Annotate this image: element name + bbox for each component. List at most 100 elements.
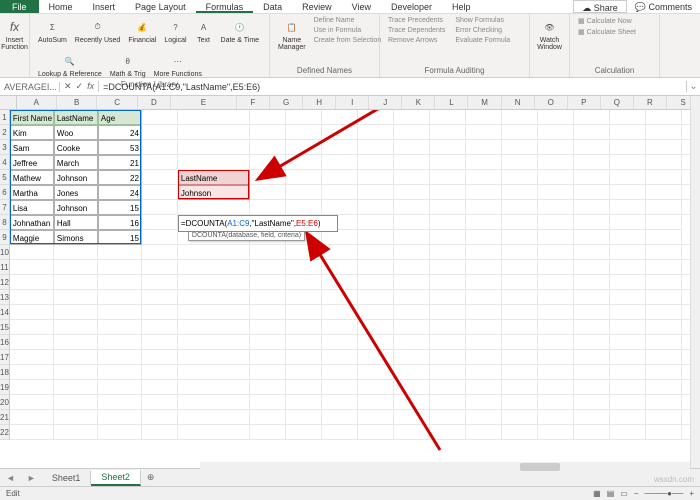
cell-K14[interactable] [430, 305, 466, 320]
math-button[interactable]: θ Math & Trig [108, 50, 148, 80]
cell-A9[interactable]: Maggie [10, 230, 54, 245]
cell-H18[interactable] [322, 365, 358, 380]
zoom-in-icon[interactable]: + [689, 489, 694, 498]
recently-used-button[interactable]: ⏱ Recently Used [73, 16, 123, 46]
cell-B14[interactable] [54, 305, 98, 320]
cell-B21[interactable] [54, 410, 98, 425]
cell-B1[interactable]: LastName [54, 110, 98, 125]
cell-C21[interactable] [98, 410, 142, 425]
tab-insert[interactable]: Insert [83, 0, 126, 13]
cell-O12[interactable] [574, 275, 610, 290]
cell-N7[interactable] [538, 200, 574, 215]
cell-B20[interactable] [54, 395, 98, 410]
cell-P1[interactable] [610, 110, 646, 125]
cell-I6[interactable] [358, 185, 394, 200]
expand-formula-icon[interactable]: ⌄ [686, 81, 700, 92]
cell-Q21[interactable] [646, 410, 682, 425]
cell-E15[interactable] [178, 320, 250, 335]
cell-F4[interactable] [250, 155, 286, 170]
cell-A4[interactable]: Jeffree [10, 155, 54, 170]
cell-K2[interactable] [430, 125, 466, 140]
trace-precedents-button[interactable]: Trace Precedents [386, 16, 447, 25]
row-header-12[interactable]: 12 [0, 275, 10, 290]
cell-B13[interactable] [54, 290, 98, 305]
cell-O3[interactable] [574, 140, 610, 155]
cell-L2[interactable] [466, 125, 502, 140]
cell-N3[interactable] [538, 140, 574, 155]
cell-C15[interactable] [98, 320, 142, 335]
cell-E21[interactable] [178, 410, 250, 425]
cell-I15[interactable] [358, 320, 394, 335]
col-header-J[interactable]: J [369, 96, 402, 109]
financial-button[interactable]: 💰 Financial [126, 16, 158, 46]
cell-E5[interactable]: LastName [178, 170, 250, 185]
cell-P18[interactable] [610, 365, 646, 380]
cell-L10[interactable] [466, 245, 502, 260]
select-all-cell[interactable] [0, 96, 17, 109]
cell-H3[interactable] [322, 140, 358, 155]
insert-function-button[interactable]: fx Insert Function [6, 16, 23, 53]
show-formulas-button[interactable]: Show Formulas [453, 16, 512, 25]
col-header-H[interactable]: H [303, 96, 336, 109]
sheet-tab-1[interactable]: Sheet1 [42, 471, 92, 485]
cell-K16[interactable] [430, 335, 466, 350]
cell-S8[interactable] [646, 215, 682, 230]
cell-I16[interactable] [358, 335, 394, 350]
cell-A14[interactable] [10, 305, 54, 320]
cell-F20[interactable] [250, 395, 286, 410]
cell-C2[interactable]: 24 [98, 125, 142, 140]
cell-A8[interactable]: Johnathan [10, 215, 54, 230]
cell-A18[interactable] [10, 365, 54, 380]
cell-Q3[interactable] [646, 140, 682, 155]
cell-F5[interactable] [250, 170, 286, 185]
col-header-R[interactable]: R [634, 96, 667, 109]
cell-Q7[interactable] [646, 200, 682, 215]
cell-C22[interactable] [98, 425, 142, 440]
add-sheet-button[interactable]: ⊕ [141, 472, 161, 483]
remove-arrows-button[interactable]: Remove Arrows [386, 36, 447, 45]
cell-A2[interactable]: Kim [10, 125, 54, 140]
row-header-2[interactable]: 2 [0, 125, 10, 140]
cell-A11[interactable] [10, 260, 54, 275]
cell-P20[interactable] [610, 395, 646, 410]
cell-P2[interactable] [610, 125, 646, 140]
cell-L14[interactable] [466, 305, 502, 320]
cell-I18[interactable] [358, 365, 394, 380]
cell-L6[interactable] [466, 185, 502, 200]
cell-A6[interactable]: Martha [10, 185, 54, 200]
cell-D2[interactable] [142, 125, 178, 140]
cell-K10[interactable] [430, 245, 466, 260]
cell-K12[interactable] [430, 275, 466, 290]
cell-M19[interactable] [502, 380, 538, 395]
cell-G5[interactable] [286, 170, 322, 185]
cell-E22[interactable] [178, 425, 250, 440]
comments-button[interactable]: 💬 Comments [627, 0, 700, 13]
cell-J12[interactable] [394, 275, 430, 290]
cell-D6[interactable] [142, 185, 178, 200]
cell-H2[interactable] [322, 125, 358, 140]
cell-D14[interactable] [142, 305, 178, 320]
cell-D1[interactable] [142, 110, 178, 125]
cell-B12[interactable] [54, 275, 98, 290]
cell-B6[interactable]: Jones [54, 185, 98, 200]
cell-I22[interactable] [358, 425, 394, 440]
cell-E19[interactable] [178, 380, 250, 395]
row-header-6[interactable]: 6 [0, 185, 10, 200]
cell-E16[interactable] [178, 335, 250, 350]
cell-I3[interactable] [358, 140, 394, 155]
cell-M3[interactable] [502, 140, 538, 155]
cell-K20[interactable] [430, 395, 466, 410]
cell-E1[interactable] [178, 110, 250, 125]
row-header-9[interactable]: 9 [0, 230, 10, 245]
cell-I20[interactable] [358, 395, 394, 410]
name-box[interactable]: AVERAGEI... [0, 82, 60, 92]
cell-F16[interactable] [250, 335, 286, 350]
cell-L21[interactable] [466, 410, 502, 425]
cell-M16[interactable] [502, 335, 538, 350]
row-header-20[interactable]: 20 [0, 395, 10, 410]
col-header-M[interactable]: M [468, 96, 501, 109]
error-checking-button[interactable]: Error Checking [453, 26, 512, 35]
autosum-button[interactable]: Σ AutoSum [36, 16, 69, 46]
cell-N11[interactable] [538, 260, 574, 275]
cell-E8[interactable]: =DCOUNTA(A1:C9,"LastName",E5:E6) [178, 215, 338, 232]
